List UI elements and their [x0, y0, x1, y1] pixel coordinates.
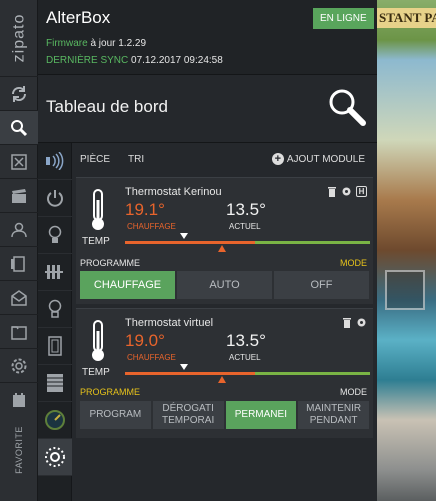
- messages-icon[interactable]: [0, 280, 38, 314]
- auto-mode-button[interactable]: AUTO: [177, 271, 272, 299]
- permanent-mode-button[interactable]: PERMANEI: [225, 401, 297, 429]
- mode-selector: PROGRAM DÉROGATI TEMPORAI PERMANEI MAINT…: [80, 401, 369, 429]
- current-temp-marker: [180, 364, 188, 370]
- mode-selector: CHAUFFAGE AUTO OFF: [80, 271, 369, 299]
- thermostat-card-virtual: Thermostat virtuel 19.0° CHAUFFAGE 13.5°…: [76, 308, 373, 438]
- dashboard-search-icon[interactable]: [327, 87, 367, 127]
- add-icon: +: [271, 153, 284, 165]
- gear-icon[interactable]: [356, 317, 367, 328]
- zipato-logo: zipato: [0, 0, 38, 75]
- card-tools: [342, 317, 367, 328]
- program-label[interactable]: PROGRAMME: [80, 258, 140, 268]
- settings-gear-icon[interactable]: [0, 348, 38, 382]
- room-filter[interactable]: PIÈCE: [80, 154, 110, 165]
- temperature-slider[interactable]: [125, 364, 370, 383]
- sort-button[interactable]: TRI: [128, 154, 144, 165]
- app-title: AlterBox: [46, 8, 111, 27]
- program-label[interactable]: PROGRAMME: [80, 387, 140, 397]
- refresh-icon[interactable]: [0, 76, 38, 110]
- logo-text: zipato: [10, 13, 28, 62]
- bulb-outline-icon[interactable]: [38, 291, 72, 328]
- temperature-slider[interactable]: [125, 233, 370, 252]
- category-sidebar: [38, 143, 72, 501]
- current-temp-marker: [180, 233, 188, 239]
- wave-sensor-icon[interactable]: [38, 143, 72, 180]
- dashboard-bar: Tableau de bord: [38, 75, 377, 143]
- app-header: AlterBox EN LIGNE Firmware à jour 1.2.29…: [38, 0, 377, 75]
- main-panel: PIÈCE TRI + AJOUT MODULE Thermostat Keri…: [72, 143, 377, 501]
- hold-mode-button[interactable]: MAINTENIR PENDANT: [298, 401, 369, 429]
- sync-value: 07.12.2017 09:24:58: [131, 55, 223, 66]
- background-banner: STANT PA: [377, 8, 436, 28]
- add-module-button[interactable]: + AJOUT MODULE: [271, 153, 365, 165]
- folder-icon[interactable]: [0, 314, 38, 348]
- program-mode-button[interactable]: PROGRAM: [80, 401, 151, 429]
- shutter-icon[interactable]: [38, 365, 72, 402]
- actual-temp-label: ACTUEL: [229, 222, 261, 231]
- users-icon[interactable]: [0, 212, 38, 246]
- add-module-label: AJOUT MODULE: [286, 153, 365, 165]
- favorite-label: FAVORITE: [14, 426, 24, 474]
- last-sync-info: DERNIÈRE SYNC 07.12.2017 09:24:58: [46, 55, 223, 66]
- trash-icon[interactable]: [327, 186, 337, 197]
- thermometer-icon: [92, 189, 104, 230]
- online-status-badge: EN LIGNE: [313, 8, 374, 29]
- background-photo: STANT PA: [377, 0, 436, 501]
- heating-mode-label: CHAUFFAGE: [127, 222, 176, 231]
- thermostat-category-icon[interactable]: [38, 439, 72, 476]
- main-sidebar: zipato FAVORITE: [0, 0, 38, 501]
- thermostat-name: Thermostat Kerinou: [125, 186, 222, 198]
- trash-icon[interactable]: [342, 317, 352, 328]
- background-window: [385, 270, 425, 310]
- setpoint-handle[interactable]: [218, 245, 226, 252]
- temp-label: TEMP: [82, 236, 110, 247]
- setpoint-value: 19.1°: [125, 200, 165, 219]
- firmware-value: à jour 1.2.29: [90, 38, 147, 49]
- sync-label: DERNIÈRE SYNC: [46, 55, 129, 66]
- thermostat-card-kerinou: Thermostat Kerinou H 19.1° CHAUFFAGE 13.…: [76, 177, 373, 304]
- page-title: Tableau de bord: [46, 97, 168, 116]
- card-tools: H: [327, 186, 367, 197]
- thermometer-icon: [92, 320, 104, 361]
- off-mode-button[interactable]: OFF: [274, 271, 369, 299]
- setpoint-handle[interactable]: [218, 376, 226, 383]
- module-toolbar: PIÈCE TRI + AJOUT MODULE: [72, 143, 377, 177]
- door-icon[interactable]: [38, 328, 72, 365]
- firmware-label: Firmware: [46, 38, 88, 49]
- thermostat-name: Thermostat virtuel: [125, 317, 214, 329]
- radiator-icon[interactable]: [38, 254, 72, 291]
- heating-mode-label: CHAUFFAGE: [127, 353, 176, 362]
- slider-heat-segment: [125, 241, 255, 244]
- scenes-icon[interactable]: [0, 144, 38, 178]
- bulb-icon[interactable]: [38, 217, 72, 254]
- history-icon[interactable]: H: [356, 186, 367, 197]
- devices-icon[interactable]: [0, 246, 38, 280]
- meter-icon[interactable]: [38, 402, 72, 439]
- mode-tag[interactable]: MODE: [340, 258, 367, 268]
- temporary-override-button[interactable]: DÉROGATI TEMPORAI: [152, 401, 224, 429]
- actual-temp-label: ACTUEL: [229, 353, 261, 362]
- slider-heat-segment: [125, 372, 255, 375]
- search-icon[interactable]: [0, 110, 38, 144]
- gear-icon[interactable]: [341, 186, 352, 197]
- favorite-tab[interactable]: FAVORITE: [0, 410, 38, 490]
- mode-tag[interactable]: MODE: [340, 387, 367, 397]
- clapper-icon[interactable]: [0, 178, 38, 212]
- power-icon[interactable]: [38, 180, 72, 217]
- setpoint-value: 19.0°: [125, 331, 165, 350]
- heat-mode-button[interactable]: CHAUFFAGE: [80, 271, 175, 299]
- actual-temp-value: 13.5°: [226, 200, 266, 219]
- actual-temp-value: 13.5°: [226, 331, 266, 350]
- temp-label: TEMP: [82, 367, 110, 378]
- firmware-info: Firmware à jour 1.2.29: [46, 38, 146, 49]
